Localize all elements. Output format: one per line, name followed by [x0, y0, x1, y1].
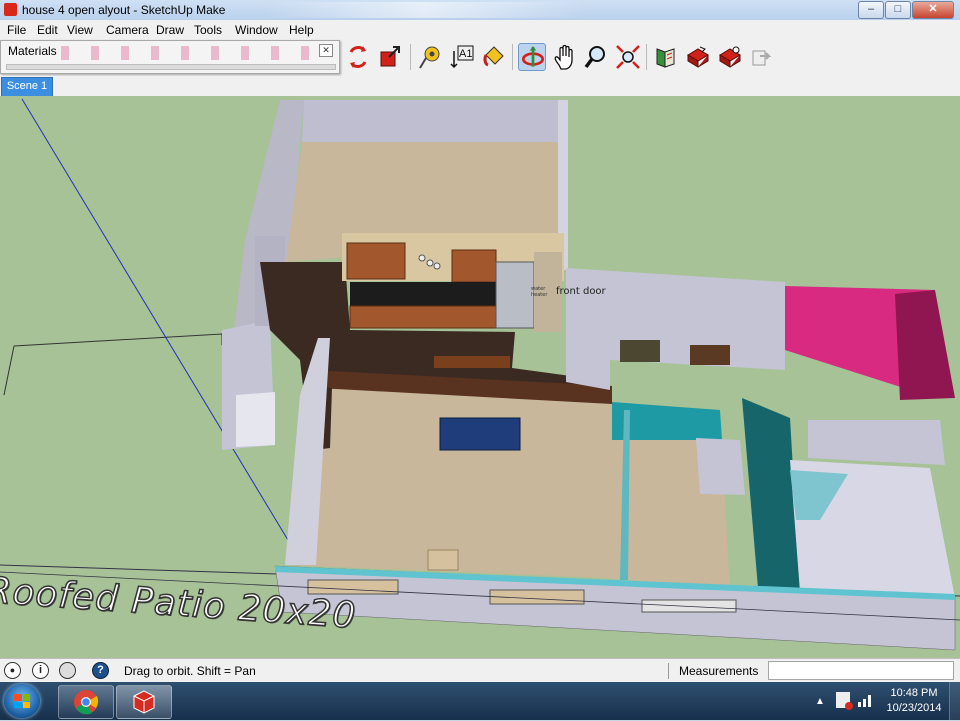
- chrome-icon[interactable]: [58, 685, 114, 719]
- model-viewport[interactable]: Roofed Patio 20x20 water heater front do…: [0, 96, 960, 658]
- action-center-icon[interactable]: [836, 692, 853, 710]
- bedroom3-back-wall: [808, 420, 945, 465]
- tape-measure-icon[interactable]: [416, 43, 444, 71]
- front-window: [307, 579, 399, 595]
- left-wall-face: [236, 392, 275, 447]
- teal-dark-wall: [742, 398, 800, 590]
- doormat: [427, 549, 459, 571]
- upper-cabinet: [451, 249, 497, 283]
- maximize-button[interactable]: □: [885, 1, 911, 19]
- orbit-icon[interactable]: [518, 43, 546, 71]
- start-button[interactable]: [4, 684, 40, 718]
- scene-tab-bar: Scene 1: [0, 76, 960, 97]
- minimize-button[interactable]: –: [858, 1, 884, 19]
- menu-help[interactable]: Help: [289, 23, 314, 37]
- closet-wall: [696, 438, 745, 495]
- send-to-layout-icon[interactable]: [748, 43, 776, 71]
- user-icon[interactable]: [59, 662, 76, 679]
- title-bar-glare: [265, 2, 585, 18]
- laundry-floor: [620, 340, 660, 362]
- materials-panel[interactable]: Materials ✕: [0, 40, 340, 74]
- windows-logo-icon: [14, 694, 30, 708]
- house-model: [0, 98, 960, 651]
- status-separator: [668, 663, 669, 679]
- title-bar: house 4 open alyout - SketchUp Make – □ …: [0, 0, 960, 21]
- pendant-light: [433, 262, 441, 270]
- materials-title: Materials: [8, 44, 57, 58]
- text-tool-label: A1: [459, 48, 472, 60]
- credits-icon[interactable]: i: [32, 662, 49, 679]
- menu-tools[interactable]: Tools: [194, 23, 222, 37]
- paint-bucket-icon[interactable]: [480, 43, 508, 71]
- dimension-icon[interactable]: A1: [448, 43, 476, 71]
- menu-view[interactable]: View: [67, 23, 93, 37]
- sketchup-icon[interactable]: [4, 3, 17, 16]
- toolbar-separator: [646, 44, 647, 70]
- menu-edit[interactable]: Edit: [37, 23, 58, 37]
- patio-outline: [13, 333, 223, 347]
- follow-me-icon[interactable]: [344, 43, 372, 71]
- pan-icon[interactable]: [550, 43, 578, 71]
- materials-scrollbar[interactable]: [6, 64, 336, 70]
- zoom-icon[interactable]: [582, 43, 610, 71]
- tray-expand-icon[interactable]: ▲: [815, 696, 825, 707]
- clock-time: 10:48 PM: [890, 687, 938, 699]
- window-title: house 4 open alyout - SketchUp Make: [22, 3, 226, 17]
- network-icon[interactable]: [857, 692, 873, 708]
- show-desktop-button[interactable]: [949, 682, 960, 720]
- countertop: [350, 282, 500, 306]
- pink-room-wall-side: [895, 290, 955, 400]
- measurements-input[interactable]: [768, 661, 954, 680]
- water-heater-label: water heater: [531, 286, 548, 298]
- pendant-light: [418, 254, 426, 262]
- pendant-light: [426, 259, 434, 267]
- bathroom-floor: [690, 345, 730, 365]
- status-bar: ● i ? Drag to orbit. Shift = Pan Measure…: [0, 658, 960, 683]
- scale-icon[interactable]: [376, 43, 404, 71]
- toolbar-separator: [410, 44, 411, 70]
- front-window: [641, 599, 737, 613]
- menu-file[interactable]: File: [7, 23, 26, 37]
- front-door-label: front door: [556, 286, 606, 297]
- windows-taskbar: ▲ 10:48 PM 10/23/2014: [0, 682, 960, 720]
- scene-tab-1[interactable]: Scene 1: [1, 77, 53, 97]
- share-model-icon[interactable]: [684, 43, 712, 71]
- status-hint: Drag to orbit. Shift = Pan: [124, 664, 256, 678]
- system-clock[interactable]: 10:48 PM 10/23/2014: [880, 686, 948, 716]
- close-button[interactable]: ✕: [912, 1, 954, 19]
- sketchup-taskbar-icon[interactable]: [116, 685, 172, 719]
- upper-cabinet: [346, 242, 406, 280]
- geo-location-icon[interactable]: ●: [4, 662, 21, 679]
- sofa: [439, 417, 521, 451]
- back-wall: [302, 100, 560, 142]
- menu-draw[interactable]: Draw: [156, 23, 184, 37]
- hidden-tool-icon: [61, 46, 311, 60]
- menu-window[interactable]: Window: [235, 23, 278, 37]
- toolbar-separator: [512, 44, 513, 70]
- menu-camera[interactable]: Camera: [106, 23, 149, 37]
- patio-outline: [3, 345, 15, 396]
- kitchen-island: [434, 356, 510, 368]
- warehouse-icon[interactable]: [652, 43, 680, 71]
- clock-date: 10/23/2014: [886, 702, 942, 714]
- measurements-label: Measurements: [679, 664, 759, 678]
- refrigerator: [495, 261, 535, 329]
- materials-close-button[interactable]: ✕: [319, 44, 333, 57]
- extension-warehouse-icon[interactable]: [716, 43, 744, 71]
- lower-cabinet: [349, 305, 499, 329]
- menu-bar: File Edit View Camera Draw Tools Window …: [0, 20, 960, 40]
- zoom-extents-icon[interactable]: [614, 43, 642, 71]
- help-icon[interactable]: ?: [92, 662, 109, 679]
- window-controls: – □ ✕: [857, 1, 954, 19]
